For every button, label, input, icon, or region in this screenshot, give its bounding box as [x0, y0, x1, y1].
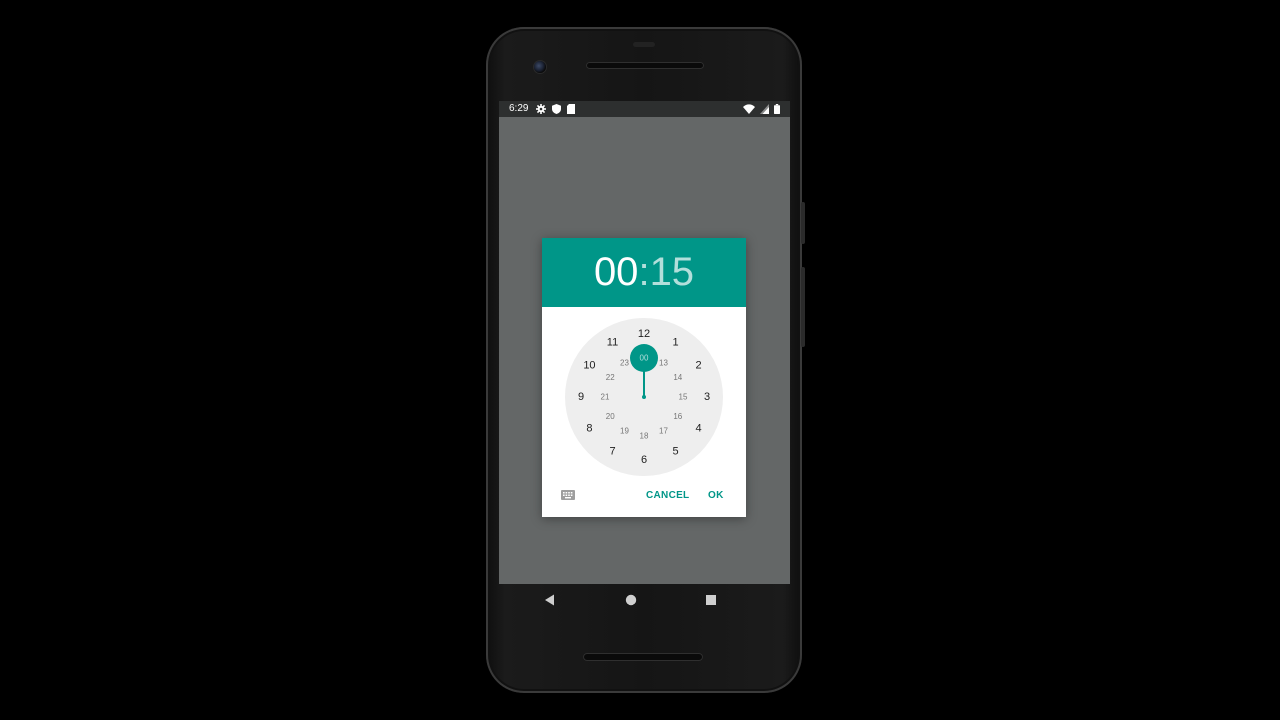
- clock-center-dot: [642, 395, 646, 399]
- clock-hour-17[interactable]: 17: [659, 426, 668, 435]
- minute-display[interactable]: 15: [650, 250, 695, 295]
- clock-dial[interactable]: 121234567891011001314151617181920212223: [565, 318, 723, 476]
- clock-hour-15[interactable]: 15: [679, 393, 688, 402]
- shield-icon: [552, 104, 561, 114]
- clock-hour-4[interactable]: 4: [695, 423, 701, 435]
- front-camera-icon: [534, 61, 546, 73]
- bottom-speaker: [583, 653, 703, 661]
- clock-hour-10[interactable]: 10: [583, 360, 595, 372]
- clock-hour-11[interactable]: 11: [607, 336, 618, 348]
- status-icons-left: [536, 104, 575, 114]
- clock-hour-1[interactable]: 1: [672, 336, 678, 348]
- home-icon[interactable]: [624, 593, 638, 607]
- navigation-bar: [499, 584, 790, 618]
- battery-icon: [774, 104, 780, 114]
- clock-hour-21[interactable]: 21: [601, 393, 610, 402]
- power-button: [801, 202, 805, 244]
- clock-hour-8[interactable]: 8: [586, 423, 592, 435]
- status-bar: 6:29: [499, 101, 790, 117]
- clock-hour-19[interactable]: 19: [620, 426, 629, 435]
- clock-hour-22[interactable]: 22: [606, 373, 615, 382]
- clock-hour-5[interactable]: 5: [672, 446, 678, 458]
- status-time: 6:29: [509, 103, 529, 114]
- clock-face[interactable]: 12 1 2 3 4 5 6 7 8 9 10 11 00 13 14 15 16 17 18 19 20 21 22 23: [565, 318, 723, 476]
- top-speaker: [586, 62, 704, 69]
- dialog-actions: CANCEL OK: [542, 484, 746, 508]
- keyboard-icon[interactable]: [560, 488, 576, 502]
- clock-hour-20[interactable]: 20: [606, 412, 615, 421]
- time-separator: :: [638, 250, 650, 294]
- clock-hour-16[interactable]: 16: [673, 412, 682, 421]
- clock-hour-9[interactable]: 9: [578, 391, 584, 403]
- proximity-sensor: [633, 42, 655, 47]
- clock-hour-3[interactable]: 3: [704, 391, 710, 403]
- recents-icon[interactable]: [704, 593, 718, 607]
- cell-signal-icon: [760, 104, 769, 114]
- clock-hour-23[interactable]: 23: [620, 359, 629, 368]
- clock-hour-14[interactable]: 14: [673, 373, 682, 382]
- status-icons-right: [743, 104, 780, 114]
- clock-hour-00[interactable]: 00: [640, 354, 649, 363]
- stage: 6: 2 9 00: 15 12 1 2 3 4 5 6 7 8 9 10 11 …: [0, 0, 1280, 720]
- wifi-icon: [743, 104, 755, 114]
- gear-icon: [536, 104, 546, 114]
- volume-rocker: [801, 267, 805, 347]
- cancel-button[interactable]: CANCEL: [640, 486, 695, 506]
- sd-card-icon: [567, 104, 575, 114]
- clock-hour-7[interactable]: 7: [609, 446, 615, 458]
- screen: 6: 2 9 00: 15 12 1 2 3 4 5 6 7 8 9 10 11 …: [499, 101, 790, 584]
- ok-button[interactable]: OK: [702, 486, 730, 506]
- clock-hour-6[interactable]: 6: [641, 454, 647, 466]
- clock-hour-2[interactable]: 2: [695, 360, 701, 372]
- clock-hour-18[interactable]: 18: [640, 432, 649, 441]
- back-icon[interactable]: [543, 593, 557, 607]
- clock-hour-13[interactable]: 13: [659, 359, 668, 368]
- clock-hour-12[interactable]: 12: [638, 328, 650, 340]
- hour-display[interactable]: 00: [594, 250, 639, 295]
- time-header: 00 : 15: [542, 238, 746, 307]
- phone-frame: 6: 2 9 00: 15 12 1 2 3 4 5 6 7 8 9 10 11 …: [486, 27, 805, 693]
- time-picker-dialog: 00 : 15 12 1 2 3 4 5 6 7 8 9 10 11 00 13 14 15 16 17 18 19 2…: [542, 238, 746, 517]
